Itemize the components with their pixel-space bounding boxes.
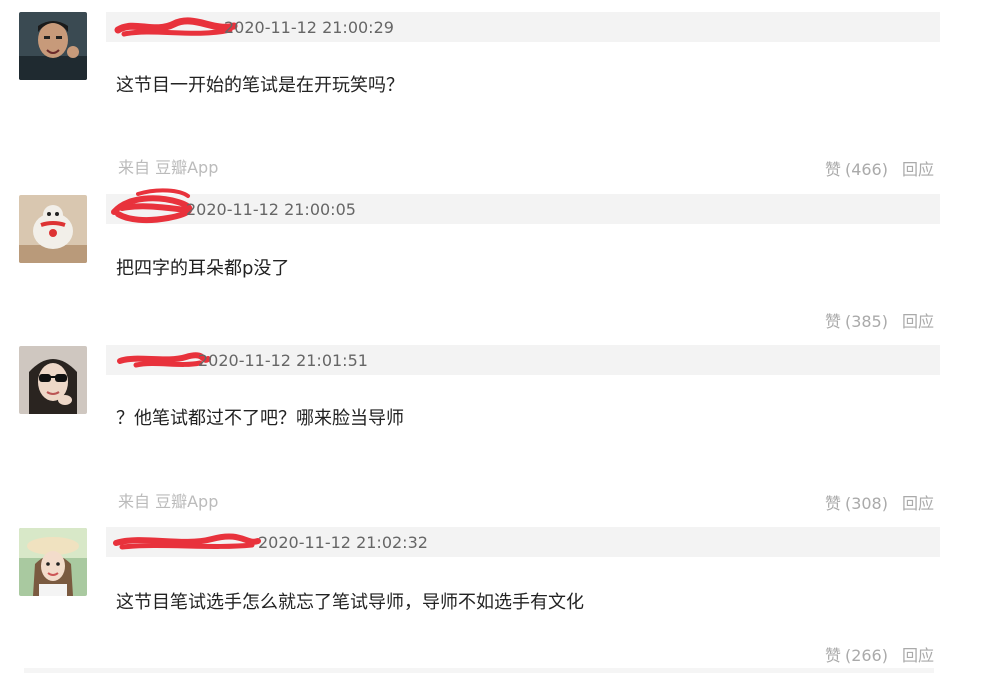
comment-actions: 赞 (466) 回应 — [825, 156, 934, 180]
comment-header: 2020-11-12 21:02:32 — [106, 527, 940, 557]
like-label: 赞 — [824, 160, 841, 179]
comment-header: 2020-11-12 21:01:51 — [106, 345, 940, 375]
comment-actions: 赞 (308) 回应 — [825, 490, 934, 514]
like-count: (385) — [844, 312, 888, 331]
like-count: (466) — [844, 160, 888, 179]
avatar[interactable] — [19, 12, 87, 80]
comment-source: 来自 豆瓣App — [118, 158, 219, 177]
redacted-username — [113, 533, 261, 550]
like-count: (308) — [844, 494, 888, 513]
comment-timestamp: 2020-11-12 21:02:32 — [258, 533, 428, 552]
comment-actions: 赞 (385) 回应 — [825, 308, 934, 332]
like-button[interactable]: 赞 (466) — [825, 160, 888, 179]
like-button[interactable]: 赞 (385) — [825, 312, 888, 331]
like-button[interactable]: 赞 (266) — [825, 646, 888, 665]
redacted-username — [111, 188, 193, 224]
reply-button[interactable]: 回应 — [902, 312, 934, 331]
like-button[interactable]: 赞 (308) — [825, 494, 888, 513]
list-divider — [24, 668, 934, 673]
avatar[interactable] — [19, 195, 87, 263]
comment-timestamp: 2020-11-12 21:01:51 — [198, 351, 368, 370]
comment-actions: 赞 (266) 回应 — [825, 642, 934, 666]
comment-text: ？他笔试都过不了吧？哪来脸当导师 — [116, 408, 404, 429]
comment-timestamp: 2020-11-12 21:00:05 — [186, 200, 356, 219]
comment-text: 这节目笔试选手怎么就忘了笔试导师，导师不如选手有文化 — [116, 592, 584, 613]
comment-source: 来自 豆瓣App — [118, 492, 219, 511]
avatar[interactable] — [19, 528, 87, 596]
reply-button[interactable]: 回应 — [902, 646, 934, 665]
like-label: 赞 — [824, 494, 841, 513]
comment-header: 2020-11-12 21:00:05 — [106, 188, 940, 224]
reply-button[interactable]: 回应 — [902, 494, 934, 513]
like-label: 赞 — [824, 646, 841, 665]
comment-timestamp: 2020-11-12 21:00:29 — [224, 18, 394, 37]
comment-text: 这节目一开始的笔试是在开玩笑吗？ — [116, 75, 404, 96]
like-label: 赞 — [824, 312, 841, 331]
like-count: (266) — [844, 646, 888, 665]
avatar[interactable] — [19, 346, 87, 414]
comment-text: 把四字的耳朵都p没了 — [116, 258, 290, 279]
comment-header: 2020-11-12 21:00:29 — [106, 12, 940, 42]
reply-button[interactable]: 回应 — [902, 160, 934, 179]
